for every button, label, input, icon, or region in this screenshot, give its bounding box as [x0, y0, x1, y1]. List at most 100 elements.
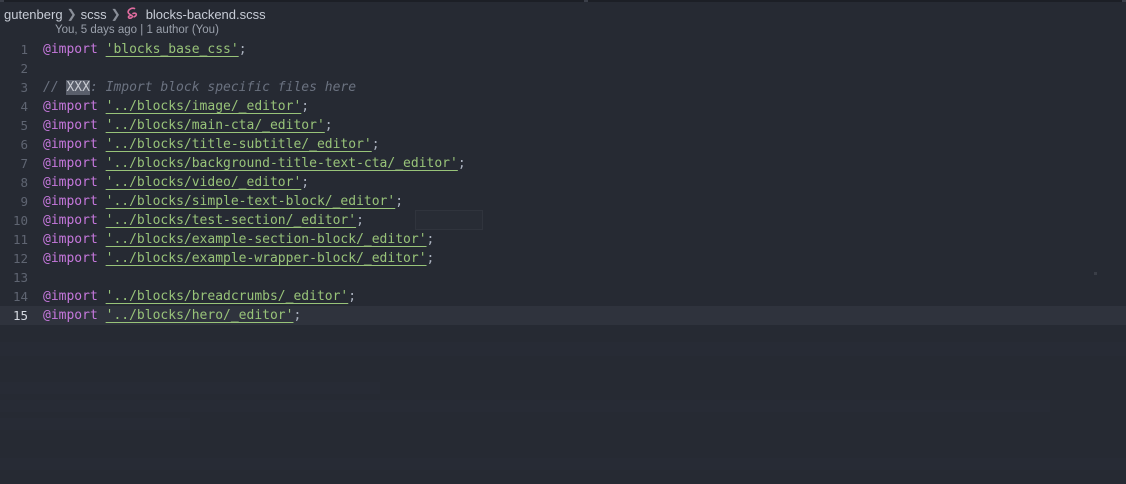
- import-path: '../blocks/main-cta/_editor': [105, 118, 325, 133]
- code-line[interactable]: 1 @import 'blocks_base_css';: [0, 40, 1126, 59]
- semicolon: ;: [426, 251, 435, 266]
- import-path: '../blocks/test-section/_editor': [105, 213, 357, 228]
- semicolon: ;: [348, 289, 357, 304]
- import-path: '../blocks/title-subtitle/_editor': [105, 137, 372, 152]
- import-path: '../blocks/breadcrumbs/_editor': [105, 289, 349, 304]
- code-line[interactable]: 13: [0, 268, 1126, 287]
- line-number: 15: [12, 308, 28, 323]
- breadcrumb-folder-gutenberg[interactable]: gutenberg: [4, 7, 63, 22]
- semicolon: ;: [457, 156, 466, 171]
- ghost-text: [0, 418, 190, 430]
- ghost-dot: [1094, 272, 1097, 275]
- code-text[interactable]: @import '../blocks/example-wrapper-block…: [43, 251, 434, 266]
- import-path: 'blocks_base_css': [105, 42, 239, 57]
- semicolon: ;: [426, 232, 435, 247]
- import-keyword: @import: [43, 137, 98, 152]
- code-text[interactable]: @import '../blocks/title-subtitle/_edito…: [43, 137, 380, 152]
- title-bar-edge: [0, 0, 1126, 2]
- ghost-text: [0, 458, 1126, 470]
- chevron-right-icon: ❯: [110, 7, 121, 21]
- import-keyword: @import: [43, 156, 98, 171]
- code-line[interactable]: 7 @import '../blocks/background-title-tex…: [0, 154, 1126, 173]
- semicolon: ;: [356, 213, 364, 228]
- import-keyword: @import: [43, 251, 98, 266]
- line-number: 6: [20, 137, 28, 152]
- breadcrumb-file[interactable]: blocks-backend.scss: [146, 7, 266, 22]
- import-keyword: @import: [43, 99, 98, 114]
- code-line[interactable]: 14 @import '../blocks/breadcrumbs/_editor…: [0, 287, 1126, 306]
- code-text[interactable]: @import '../blocks/main-cta/_editor';: [43, 118, 333, 133]
- import-path: '../blocks/example-wrapper-block/_editor…: [105, 251, 427, 266]
- code-text[interactable]: // XXX: Import block specific files here: [43, 80, 356, 95]
- code-text[interactable]: @import '../blocks/video/_editor';: [43, 175, 309, 190]
- semicolon: ;: [395, 194, 404, 209]
- import-keyword: @import: [43, 118, 98, 133]
- code-line[interactable]: 9 @import '../blocks/simple-text-block/_e…: [0, 192, 1126, 211]
- code-line[interactable]: 4 @import '../blocks/image/_editor';: [0, 97, 1126, 116]
- comment: // XXX: Import block specific files here: [43, 80, 356, 95]
- import-keyword: @import: [43, 289, 98, 304]
- code-line[interactable]: 5 @import '../blocks/main-cta/_editor';: [0, 116, 1126, 135]
- code-line[interactable]: 2: [0, 59, 1126, 78]
- semicolon: ;: [324, 118, 333, 133]
- line-number: 7: [20, 156, 28, 171]
- code-text[interactable]: @import 'blocks_base_css';: [43, 42, 247, 57]
- import-path: '../blocks/background-title-text-cta/_ed…: [105, 156, 458, 171]
- breadcrumb: gutenberg ❯ scss ❯ blocks-backend.scss: [0, 3, 266, 25]
- code-text[interactable]: @import '../blocks/hero/_editor';: [43, 308, 301, 323]
- line-number: 9: [20, 194, 28, 209]
- import-path: '../blocks/example-section-block/_editor…: [105, 232, 427, 247]
- line-number: 5: [20, 118, 28, 133]
- todo-highlight: XXX: [66, 80, 90, 95]
- code-editor[interactable]: 1 @import 'blocks_base_css'; 2 3 // XXX: Imp…: [0, 40, 1126, 325]
- semicolon: ;: [301, 175, 310, 190]
- import-keyword: @import: [43, 42, 98, 57]
- line-number: 8: [20, 175, 28, 190]
- import-keyword: @import: [43, 308, 98, 323]
- line-number: 3: [20, 80, 28, 95]
- import-path: '../blocks/hero/_editor': [105, 308, 294, 323]
- import-keyword: @import: [43, 194, 98, 209]
- import-path: '../blocks/video/_editor': [105, 175, 302, 190]
- code-line[interactable]: 8 @import '../blocks/video/_editor';: [0, 173, 1126, 192]
- code-line[interactable]: 3 // XXX: Import block specific files her…: [0, 78, 1126, 97]
- semicolon: ;: [238, 42, 247, 57]
- code-text[interactable]: @import '../blocks/background-title-text…: [43, 156, 466, 171]
- line-number: 4: [20, 99, 28, 114]
- code-line[interactable]: 11 @import '../blocks/example-section-blo…: [0, 230, 1126, 249]
- line-number: 13: [12, 270, 28, 285]
- import-path: '../blocks/image/_editor': [105, 99, 302, 114]
- import-keyword: @import: [43, 213, 98, 228]
- comment-text: : Import block specific files here: [89, 80, 357, 95]
- line-number: 11: [12, 232, 28, 247]
- line-number: 2: [20, 61, 28, 76]
- sass-icon: [125, 6, 141, 22]
- code-text[interactable]: @import '../blocks/example-section-block…: [43, 232, 434, 247]
- code-line[interactable]: 6 @import '../blocks/title-subtitle/_edit…: [0, 135, 1126, 154]
- semicolon: ;: [293, 308, 302, 323]
- ghost-text: [0, 342, 1126, 356]
- ghost-text: [0, 400, 1050, 412]
- line-number: 1: [20, 42, 28, 57]
- import-keyword: @import: [43, 232, 98, 247]
- ghost-overlay: [415, 210, 483, 230]
- semicolon: ;: [371, 137, 380, 152]
- git-blame-codelens[interactable]: You, 5 days ago | 1 author (You): [55, 24, 219, 40]
- code-text[interactable]: @import '../blocks/breadcrumbs/_editor';: [43, 289, 356, 304]
- semicolon: ;: [301, 99, 310, 114]
- chevron-right-icon: ❯: [66, 7, 77, 21]
- code-text[interactable]: @import '../blocks/simple-text-block/_ed…: [43, 194, 403, 209]
- line-number: 14: [12, 289, 28, 304]
- code-line[interactable]: 12 @import '../blocks/example-wrapper-blo…: [0, 249, 1126, 268]
- breadcrumb-folder-scss[interactable]: scss: [81, 7, 107, 22]
- code-text[interactable]: @import '../blocks/test-section/_editor'…: [43, 213, 364, 228]
- line-number: 10: [12, 213, 28, 228]
- code-text[interactable]: @import '../blocks/image/_editor';: [43, 99, 309, 114]
- import-path: '../blocks/simple-text-block/_editor': [105, 194, 396, 209]
- code-line[interactable]: 10 @import '../blocks/test-section/_edito…: [0, 211, 1126, 230]
- ghost-text: [0, 382, 380, 394]
- code-line[interactable]: 15 @import '../blocks/hero/_editor';: [0, 306, 1126, 325]
- line-number: 12: [12, 251, 28, 266]
- comment-prefix: //: [43, 80, 67, 95]
- import-keyword: @import: [43, 175, 98, 190]
